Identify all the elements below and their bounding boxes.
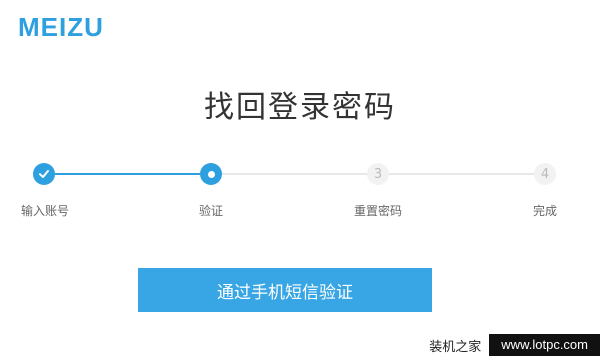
watermark-url: www.lotpc.com <box>489 334 600 356</box>
step-3-label: 重置密码 <box>353 204 402 218</box>
sms-verify-button[interactable]: 通过手机短信验证 <box>138 268 432 312</box>
step-1-node <box>33 163 55 185</box>
step-connector-2 <box>222 173 367 175</box>
step-2-node <box>200 163 222 185</box>
step-connector-1 <box>55 173 200 175</box>
watermark: 装机之家 www.lotpc.com <box>421 334 600 356</box>
watermark-site-name: 装机之家 <box>421 335 490 355</box>
check-icon <box>39 170 49 178</box>
step-connector-3 <box>389 173 534 175</box>
step-1-label: 输入账号 <box>20 204 69 218</box>
step-3-node: 3 <box>367 163 389 185</box>
progress-stepper: 输入账号 验证 3 重置密码 4 完成 <box>0 0 600 240</box>
step-4-node: 4 <box>534 163 556 185</box>
dot-icon <box>207 170 215 178</box>
step-2-label: 验证 <box>198 204 223 218</box>
step-4-label: 完成 <box>532 204 557 218</box>
